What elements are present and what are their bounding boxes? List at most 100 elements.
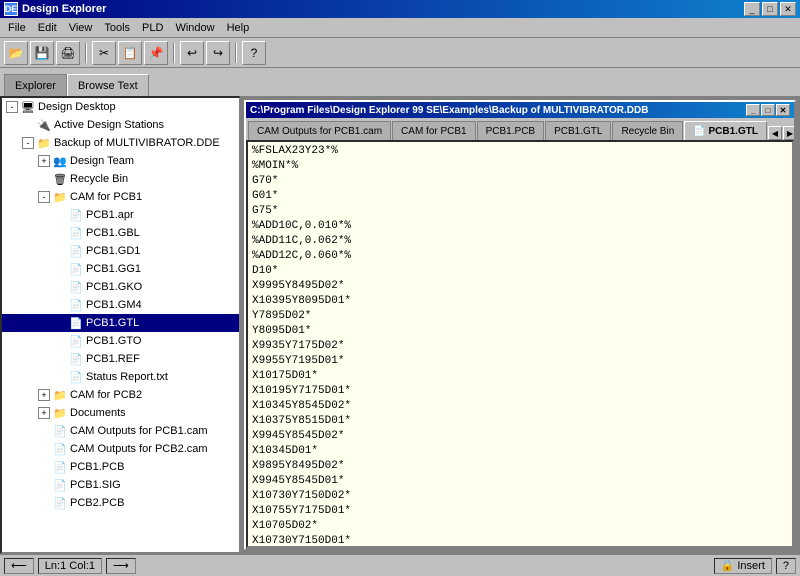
- toolbar-copy[interactable]: 📋: [118, 41, 142, 65]
- tree-cam-outputs-pcb1[interactable]: 📄 CAM Outputs for PCB1.cam: [2, 422, 239, 440]
- tree-cam-pcb1[interactable]: - 📁 CAM for PCB1: [2, 188, 239, 206]
- tree-label-design-team: Design Team: [70, 155, 134, 167]
- pcb2-pcb-icon: 📄: [52, 495, 68, 511]
- menu-view[interactable]: View: [63, 20, 99, 36]
- status-position: Ln:1 Col:1: [38, 558, 102, 574]
- tree-cam-pcb2[interactable]: + 📁 CAM for PCB2: [2, 386, 239, 404]
- tab-cam-outputs-pcb1[interactable]: CAM Outputs for PCB1.cam: [248, 121, 391, 140]
- tree-pcb1-gg1[interactable]: 📄 PCB1.GG1: [2, 260, 239, 278]
- file-tabs: CAM Outputs for PCB1.cam CAM for PCB1 PC…: [246, 118, 794, 140]
- tree-backup-multivibrator[interactable]: - 📁 Backup of MULTIVIBRATOR.DDE: [2, 134, 239, 152]
- right-panel: C:\Program Files\Design Explorer 99 SE\E…: [240, 96, 800, 554]
- recycle-icon: 🗑: [52, 171, 68, 187]
- toolbar-help[interactable]: ?: [242, 41, 266, 65]
- menu-tools[interactable]: Tools: [98, 20, 136, 36]
- tree-pcb1-gm4[interactable]: 📄 PCB1.GM4: [2, 296, 239, 314]
- tab-cam-pcb1[interactable]: CAM for PCB1: [392, 121, 476, 140]
- tree-recycle-bin[interactable]: 🗑 Recycle Bin: [2, 170, 239, 188]
- team-icon: 👥: [52, 153, 68, 169]
- title-bar-left: DE Design Explorer: [4, 2, 106, 16]
- expand-documents[interactable]: +: [38, 407, 50, 419]
- toolbar-open[interactable]: 💾: [30, 41, 54, 65]
- tree-pcb1-gko[interactable]: 📄 PCB1.GKO: [2, 278, 239, 296]
- tree-label-pcb2-pcb: PCB2.PCB: [70, 497, 124, 509]
- toolbar-paste[interactable]: 📌: [144, 41, 168, 65]
- tree-pcb1-gbl[interactable]: 📄 PCB1.GBL: [2, 224, 239, 242]
- expand-design-team[interactable]: +: [38, 155, 50, 167]
- minimize-button[interactable]: _: [744, 2, 760, 16]
- status-right-arrow-icon: ⟶: [113, 559, 129, 572]
- tab-pcb1-pcb[interactable]: PCB1.PCB: [477, 121, 544, 140]
- pcb1-ref-icon: 📄: [68, 351, 84, 367]
- tab-nav-right[interactable]: ▶: [783, 126, 794, 140]
- tab-nav: ◀ ▶: [768, 126, 794, 140]
- status-ln: Ln:1: [45, 560, 66, 572]
- tree-documents[interactable]: + 📁 Documents: [2, 404, 239, 422]
- tree-label-backup: Backup of MULTIVIBRATOR.DDE: [54, 137, 220, 149]
- menu-help[interactable]: Help: [221, 20, 256, 36]
- mdi-maximize[interactable]: □: [761, 104, 775, 116]
- pcb1-pcb-icon: 📄: [52, 459, 68, 475]
- pcb1-gbl-icon: 📄: [68, 225, 84, 241]
- tree-pcb1-gd1[interactable]: 📄 PCB1.GD1: [2, 242, 239, 260]
- tree-status-report[interactable]: 📄 Status Report.txt: [2, 368, 239, 386]
- tree-label-pcb1-apr: PCB1.apr: [86, 209, 134, 221]
- tab-browse-text[interactable]: Browse Text: [67, 74, 149, 96]
- tree-pcb1-sig[interactable]: 📄 PCB1.SIG: [2, 476, 239, 494]
- stations-icon: 🔌: [36, 117, 52, 133]
- toolbar-new[interactable]: 📂: [4, 41, 28, 65]
- tree-label-pcb1-ref: PCB1.REF: [86, 353, 140, 365]
- app-icon: DE: [4, 2, 18, 16]
- menu-pld[interactable]: PLD: [136, 20, 169, 36]
- tree-label-cam-pcb1: CAM for PCB1: [70, 191, 142, 203]
- mdi-close[interactable]: ✕: [776, 104, 790, 116]
- tab-pcb1-gtl-2[interactable]: 📄 PCB1.GTL: [684, 121, 767, 140]
- toolbar-redo[interactable]: ↪: [206, 41, 230, 65]
- maximize-button[interactable]: □: [762, 2, 778, 16]
- pcb1-gd1-icon: 📄: [68, 243, 84, 259]
- pcb1-apr-icon: 📄: [68, 207, 84, 223]
- tree-design-team[interactable]: + 👥 Design Team: [2, 152, 239, 170]
- status-help[interactable]: ?: [776, 558, 796, 574]
- desktop-icon: 🖥: [20, 99, 36, 115]
- mdi-minimize[interactable]: _: [746, 104, 760, 116]
- tab-recycle-bin[interactable]: Recycle Bin: [612, 121, 683, 140]
- tree-design-desktop[interactable]: - 🖥 Design Desktop: [2, 98, 239, 116]
- tab-explorer[interactable]: Explorer: [4, 74, 67, 96]
- tree-active-stations[interactable]: 🔌 Active Design Stations: [2, 116, 239, 134]
- menu-window[interactable]: Window: [169, 20, 220, 36]
- cam-out-pcb1-icon: 📄: [52, 423, 68, 439]
- tree-pcb1-pcb[interactable]: 📄 PCB1.PCB: [2, 458, 239, 476]
- tree-pcb1-apr[interactable]: 📄 PCB1.apr: [2, 206, 239, 224]
- title-bar: DE Design Explorer _ □ ✕: [0, 0, 800, 18]
- menu-file[interactable]: File: [2, 20, 32, 36]
- status-left-arrow-icon: ⟵: [11, 559, 27, 572]
- text-content-area[interactable]: %FSLAX23Y23*% %MOIN*% G70* G01* G75* %AD…: [246, 140, 794, 548]
- expand-cam-pcb1[interactable]: -: [38, 191, 50, 203]
- backup-icon: 📁: [36, 135, 52, 151]
- tree-pcb1-ref[interactable]: 📄 PCB1.REF: [2, 350, 239, 368]
- toolbar-cut[interactable]: ✂: [92, 41, 116, 65]
- toolbar-undo[interactable]: ↩: [180, 41, 204, 65]
- main-tab-bar: Explorer Browse Text: [0, 68, 800, 96]
- tree-label-active-stations: Active Design Stations: [54, 119, 164, 131]
- tab-nav-left[interactable]: ◀: [768, 126, 782, 140]
- tab-pcb1-gtl-1[interactable]: PCB1.GTL: [545, 121, 611, 140]
- expand-cam-pcb2[interactable]: +: [38, 389, 50, 401]
- tree-pcb1-gtl[interactable]: 📄 PCB1.GTL: [2, 314, 239, 332]
- app-title: Design Explorer: [22, 3, 106, 15]
- tree-label-pcb1-gto: PCB1.GTO: [86, 335, 141, 347]
- expand-backup[interactable]: -: [22, 137, 34, 149]
- cam-out-pcb2-icon: 📄: [52, 441, 68, 457]
- menu-edit[interactable]: Edit: [32, 20, 63, 36]
- tree-label-documents: Documents: [70, 407, 126, 419]
- pcb1-gtl-icon: 📄: [68, 315, 84, 331]
- tree-cam-outputs-pcb2[interactable]: 📄 CAM Outputs for PCB2.cam: [2, 440, 239, 458]
- toolbar-save[interactable]: 🖨: [56, 41, 80, 65]
- tree-pcb2-pcb[interactable]: 📄 PCB2.PCB: [2, 494, 239, 512]
- status-arrow-right: ⟶: [106, 558, 136, 574]
- close-button[interactable]: ✕: [780, 2, 796, 16]
- tree-pcb1-gto[interactable]: 📄 PCB1.GTO: [2, 332, 239, 350]
- pcb1-gm4-icon: 📄: [68, 297, 84, 313]
- expand-design-desktop[interactable]: -: [6, 101, 18, 113]
